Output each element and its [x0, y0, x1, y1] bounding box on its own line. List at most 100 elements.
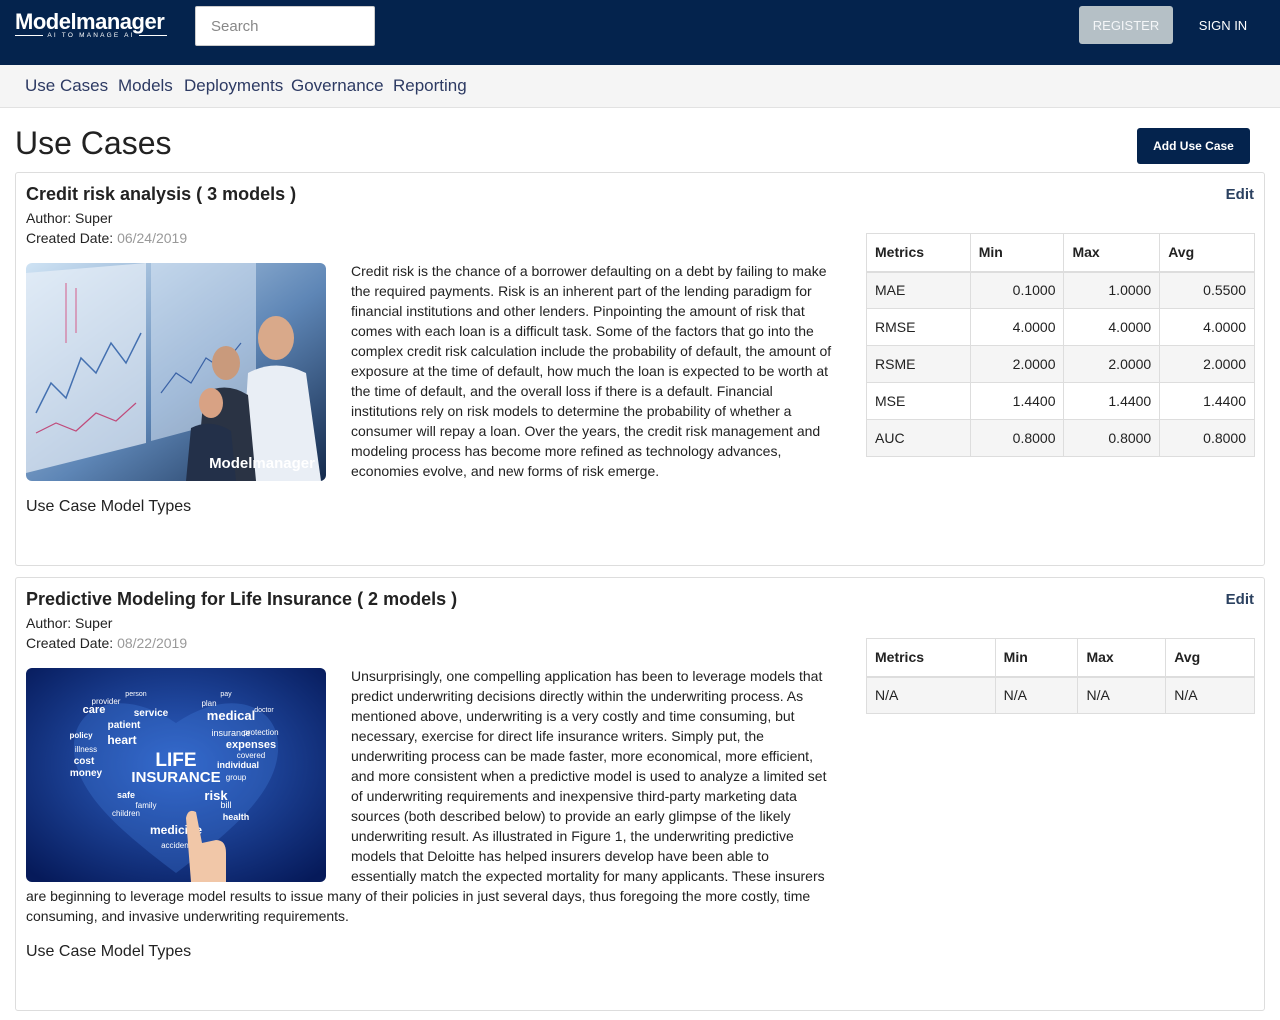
word-cloud-word: illness [75, 745, 97, 754]
nav-deployments[interactable]: Deployments [184, 76, 283, 96]
word-cloud-word: plan [201, 699, 216, 708]
metric-min: N/A [994, 676, 1079, 714]
word-cloud-word: covered [237, 751, 265, 760]
word-cloud-word: expenses [226, 739, 276, 751]
table-row: RMSE 4.0000 4.0000 4.0000 [866, 308, 1255, 346]
nav-models[interactable]: Models [118, 76, 173, 96]
modelmanager-logo[interactable]: Modelmanager AI TO MANAGE AI [15, 10, 167, 40]
business-chart-photo-icon: Modelmanager [26, 263, 326, 481]
word-cloud-word: safe [117, 790, 135, 800]
author-value: Super [75, 615, 113, 631]
avg-header: Avg [1159, 233, 1255, 273]
edit-link[interactable]: Edit [1226, 591, 1254, 608]
author-value: Super [75, 210, 113, 226]
metric-name: AUC [866, 419, 971, 457]
use-case-image: Modelmanager [26, 263, 326, 481]
word-cloud-word: person [125, 691, 147, 698]
model-types-label: Use Case Model Types [26, 498, 192, 515]
created-date-value: 06/24/2019 [117, 230, 188, 246]
page-title: Use Cases [15, 125, 172, 161]
metric-max: 4.0000 [1063, 308, 1161, 346]
metric-avg: N/A [1165, 676, 1255, 714]
word-cloud-word: heart [107, 733, 136, 747]
table-row: AUC 0.8000 0.8000 0.8000 [866, 419, 1255, 457]
word-cloud-word: individual [217, 760, 259, 770]
word-cloud-word: group [226, 773, 247, 782]
created-date-line: Created Date: 08/22/2019 [26, 635, 187, 651]
created-date-label: Created Date: [26, 635, 118, 651]
main-nav: Use Cases Models Deployments Governance … [0, 65, 1280, 108]
metric-avg: 0.5500 [1159, 271, 1255, 309]
logo-tagline: AI TO MANAGE AI [47, 32, 135, 39]
max-header: Max [1063, 233, 1161, 273]
table-row: RSME 2.0000 2.0000 2.0000 [866, 345, 1255, 383]
model-types-label: Use Case Model Types [26, 943, 192, 960]
word-cloud-word: INSURANCE [131, 769, 220, 786]
table-row: MAE 0.1000 1.0000 0.5500 [866, 271, 1255, 309]
word-cloud-word: patient [108, 720, 141, 731]
metric-min: 2.0000 [969, 345, 1065, 383]
author-label: Author: [26, 615, 76, 631]
metric-max: N/A [1077, 676, 1167, 714]
word-cloud-word: service [134, 708, 169, 719]
metrics-header: Metrics [866, 233, 971, 273]
metric-max: 2.0000 [1063, 345, 1161, 383]
word-cloud-word: bill [220, 800, 231, 810]
metric-name: MAE [866, 271, 971, 309]
word-cloud-word: accident [161, 841, 192, 850]
metrics-header: Metrics [866, 638, 996, 678]
max-header: Max [1077, 638, 1167, 678]
use-case-image: LIFE INSURANCE medical heart care risk health m… [26, 668, 326, 882]
word-cloud-word: medical [207, 708, 255, 723]
sign-in-button[interactable]: SIGN IN [1190, 6, 1256, 44]
word-cloud-word: money [70, 768, 103, 779]
use-case-title[interactable]: Predictive Modeling for Life Insurance (… [26, 589, 457, 610]
use-case-card: Predictive Modeling for Life Insurance (… [15, 577, 1265, 1011]
author-line: Author: Super [26, 210, 112, 226]
table-row: N/A N/A N/A N/A [866, 676, 1255, 714]
word-cloud-word: health [223, 812, 250, 822]
top-header: Modelmanager AI TO MANAGE AI REGISTER SI… [0, 0, 1280, 65]
author-label: Author: [26, 210, 76, 226]
word-cloud-word: cost [74, 756, 95, 767]
table-row: MSE 1.4400 1.4400 1.4400 [866, 382, 1255, 420]
word-cloud-word: insurance [211, 728, 250, 738]
edit-link[interactable]: Edit [1226, 186, 1254, 203]
author-line: Author: Super [26, 615, 112, 631]
metric-name: MSE [866, 382, 971, 420]
metric-max: 1.4400 [1063, 382, 1161, 420]
min-header: Min [969, 233, 1065, 273]
nav-governance[interactable]: Governance [291, 76, 384, 96]
metric-name: RMSE [866, 308, 971, 346]
search-input[interactable] [195, 6, 375, 46]
metric-min: 0.1000 [969, 271, 1065, 309]
metric-avg: 4.0000 [1159, 308, 1255, 346]
metric-name: N/A [866, 676, 996, 714]
metric-min: 1.4400 [969, 382, 1065, 420]
nav-reporting[interactable]: Reporting [393, 76, 467, 96]
metric-min: 4.0000 [969, 308, 1065, 346]
metric-min: 0.8000 [969, 419, 1065, 457]
logo-wordmark: Modelmanager [15, 9, 165, 34]
metric-max: 0.8000 [1063, 419, 1161, 457]
metric-avg: 1.4400 [1159, 382, 1255, 420]
metrics-table: Metrics Min Max Avg N/A N/A N/A N/A [866, 638, 1255, 714]
created-date-value: 08/22/2019 [117, 635, 188, 651]
word-cloud-word: policy [69, 731, 93, 740]
created-date-line: Created Date: 06/24/2019 [26, 230, 187, 246]
metrics-table: Metrics Min Max Avg MAE 0.1000 1.0000 0.… [866, 233, 1255, 457]
created-date-label: Created Date: [26, 230, 118, 246]
avg-header: Avg [1165, 638, 1255, 678]
use-case-card: Credit risk analysis ( 3 models ) Edit A… [15, 172, 1265, 566]
word-cloud-word: pay [220, 691, 232, 698]
word-cloud-word: doctor [254, 707, 274, 714]
nav-use-cases[interactable]: Use Cases [25, 76, 108, 96]
use-case-title[interactable]: Credit risk analysis ( 3 models ) [26, 184, 296, 205]
word-cloud-word: provider [92, 697, 121, 706]
metric-name: RSME [866, 345, 971, 383]
word-cloud-word: children [112, 809, 140, 818]
register-button[interactable]: REGISTER [1079, 6, 1173, 44]
life-insurance-word-cloud-icon: LIFEINSURANCEmedicalheartcareriskhealthm… [26, 668, 326, 882]
logo-tagline-row: AI TO MANAGE AI [15, 32, 167, 39]
add-use-case-button[interactable]: Add Use Case [1137, 128, 1250, 164]
